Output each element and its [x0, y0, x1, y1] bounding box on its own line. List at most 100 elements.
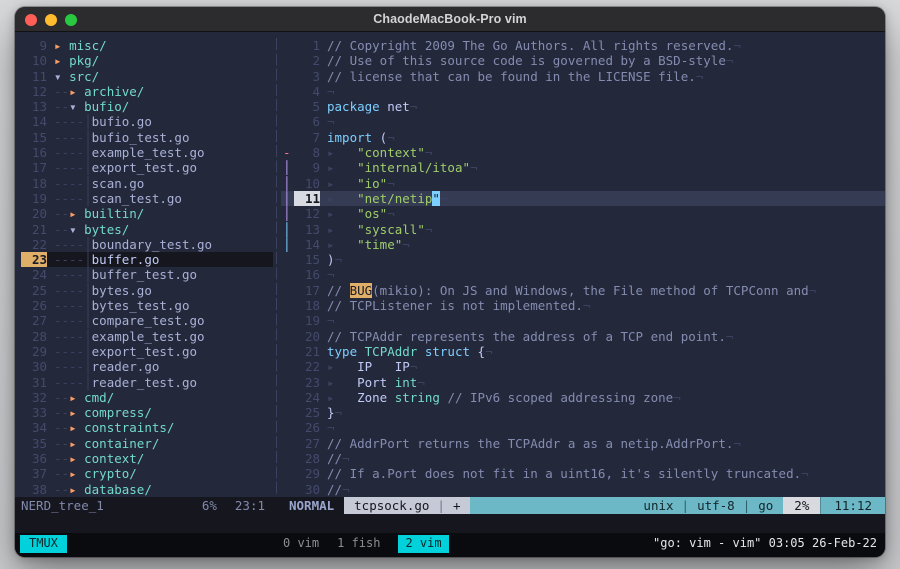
code-line-current[interactable]: │11▸ "net/netip"¬	[281, 191, 885, 206]
code-line[interactable]: │9▸ "internal/itoa"¬	[281, 160, 885, 175]
tree-item-current[interactable]: 23----│buffer.go	[21, 252, 273, 267]
tree-item-text: --▸ container/	[47, 436, 159, 451]
eol-marker-icon: ¬	[440, 191, 448, 206]
tree-item[interactable]: 38--▸ database/	[21, 482, 273, 497]
code-line[interactable]: │12▸ "os"¬	[281, 206, 885, 221]
code-text: IP IP	[357, 359, 410, 374]
code-line[interactable]: 4¬	[281, 84, 885, 99]
comment-text: // Copyright 2009 The Go Authors. All ri…	[327, 38, 733, 53]
tree-item[interactable]: 15----│bufio_test.go	[21, 130, 273, 145]
tree-item[interactable]: 31----│reader_test.go	[21, 375, 273, 390]
indent-guide: ----│	[54, 145, 92, 160]
code-line[interactable]: 16¬	[281, 267, 885, 282]
tab-marker-icon: ▸	[327, 176, 357, 191]
code-text: (	[372, 130, 387, 145]
keyword: type	[327, 344, 357, 359]
indent-guide: ----│	[54, 359, 92, 374]
tree-item[interactable]: 25----│bytes.go	[21, 283, 273, 298]
code-line[interactable]: 24▸ Zone string // IPv6 scoped addressin…	[281, 390, 885, 405]
statusline-file-segment: tcpsock.go | +	[344, 497, 470, 514]
code-line[interactable]: 20// TCPAddr represents the address of a…	[281, 329, 885, 344]
code-line[interactable]: 30//¬	[281, 482, 885, 497]
tree-item[interactable]: 13--▾ bufio/	[21, 99, 273, 114]
code-line[interactable]: 3// license that can be found in the LIC…	[281, 69, 885, 84]
code-line[interactable]: 18// TCPListener is not implemented.¬	[281, 298, 885, 313]
window-separator[interactable]	[273, 38, 281, 497]
tab-marker-icon: ▸	[327, 222, 357, 237]
code-line[interactable]: 26¬	[281, 420, 885, 435]
tree-item[interactable]: 20--▸ builtin/	[21, 206, 273, 221]
tree-item[interactable]: 21--▾ bytes/	[21, 222, 273, 237]
eol-marker-icon: ¬	[425, 145, 433, 160]
tree-item[interactable]: 11▾ src/	[21, 69, 273, 84]
tree-item[interactable]: 27----│compare_test.go	[21, 313, 273, 328]
tree-item[interactable]: 33--▸ compress/	[21, 405, 273, 420]
code-line-text: // Copyright 2009 The Go Authors. All ri…	[320, 38, 741, 53]
indent-guide: ----│	[54, 375, 92, 390]
tree-item-text: ----│example_test.go	[47, 145, 205, 160]
code-line[interactable]: 22▸ IP IP¬	[281, 359, 885, 374]
tree-item[interactable]: 32--▸ cmd/	[21, 390, 273, 405]
indent-guide: ----│	[54, 329, 92, 344]
tree-item[interactable]: 36--▸ context/	[21, 451, 273, 466]
tree-item[interactable]: 22----│boundary_test.go	[21, 237, 273, 252]
code-line[interactable]: 19¬	[281, 313, 885, 328]
tree-item[interactable]: 14----│bufio.go	[21, 114, 273, 129]
maximize-button[interactable]	[65, 14, 77, 26]
tmux-session-name[interactable]: TMUX	[20, 535, 67, 552]
tree-item[interactable]: 12--▸ archive/	[21, 84, 273, 99]
tree-item[interactable]: 35--▸ container/	[21, 436, 273, 451]
code-line[interactable]: │10▸ "io"¬	[281, 176, 885, 191]
tree-item[interactable]: 37--▸ crypto/	[21, 466, 273, 481]
code-line[interactable]: 28//¬	[281, 451, 885, 466]
code-line[interactable]: 17// BUG(mikio): On JS and Windows, the …	[281, 283, 885, 298]
tree-item-text: ----│export_test.go	[47, 160, 197, 175]
tree-item-text: --▸ database/	[47, 482, 152, 497]
code-line[interactable]: 23▸ Port int¬	[281, 375, 885, 390]
close-button[interactable]	[25, 14, 37, 26]
code-line[interactable]: 29// If a.Port does not fit in a uint16,…	[281, 466, 885, 481]
tree-item[interactable]: 24----│buffer_test.go	[21, 267, 273, 282]
code-line[interactable]: 7import (¬	[281, 130, 885, 145]
eol-marker-icon: ¬	[425, 222, 433, 237]
code-line[interactable]: 6¬	[281, 114, 885, 129]
tree-item[interactable]: 28----│example_test.go	[21, 329, 273, 344]
tmux-window[interactable]: 0 vim	[283, 536, 319, 551]
eol-marker-icon: ¬	[809, 283, 817, 298]
tree-item[interactable]: 16----│example_test.go	[21, 145, 273, 160]
minimize-button[interactable]	[45, 14, 57, 26]
titlebar[interactable]: ChaodeMacBook-Pro vim	[15, 7, 885, 32]
code-line[interactable]: │14▸ "time"¬	[281, 237, 885, 252]
collapsed-folder-arrow-icon: ▸	[69, 420, 84, 435]
tree-item[interactable]: 10▸ pkg/	[21, 53, 273, 68]
code-line[interactable]: 2// Use of this source code is governed …	[281, 53, 885, 68]
tmux-window[interactable]: 1 fish	[337, 536, 380, 551]
line-number: 26	[21, 298, 47, 313]
file-name: bytes_test.go	[92, 298, 190, 313]
tree-item[interactable]: 29----│export_test.go	[21, 344, 273, 359]
line-number: 21	[294, 344, 320, 359]
line-number: 24	[294, 390, 320, 405]
code-line[interactable]: 5package net¬	[281, 99, 885, 114]
tree-item[interactable]: 30----│reader.go	[21, 359, 273, 374]
tree-item-text: ----│bufio_test.go	[47, 130, 189, 145]
tree-item[interactable]: 34--▸ constraints/	[21, 420, 273, 435]
current-file-name: tcpsock.go	[354, 497, 429, 514]
tree-item[interactable]: 17----│export_test.go	[21, 160, 273, 175]
code-line[interactable]: 21type TCPAddr struct {¬	[281, 344, 885, 359]
code-line[interactable]: 1// Copyright 2009 The Go Authors. All r…	[281, 38, 885, 53]
code-line-text: ▸ "os"¬	[320, 206, 395, 221]
tree-item[interactable]: 18----│scan.go	[21, 176, 273, 191]
tmux-window-active[interactable]: 2 vim	[398, 535, 448, 552]
code-line[interactable]: -8▸ "context"¬	[281, 145, 885, 160]
eol-marker-icon: ¬	[387, 176, 395, 191]
line-number: 3	[294, 69, 320, 84]
code-line[interactable]: 25}¬	[281, 405, 885, 420]
code-line[interactable]: 15)¬	[281, 252, 885, 267]
tree-item[interactable]: 26----│bytes_test.go	[21, 298, 273, 313]
tree-item[interactable]: 19----│scan_test.go	[21, 191, 273, 206]
code-line[interactable]: 27// AddrPort returns the TCPAddr a as a…	[281, 436, 885, 451]
code-line[interactable]: │13▸ "syscall"¬	[281, 222, 885, 237]
tree-item[interactable]: 9▸ misc/	[21, 38, 273, 53]
line-number: 23	[294, 375, 320, 390]
